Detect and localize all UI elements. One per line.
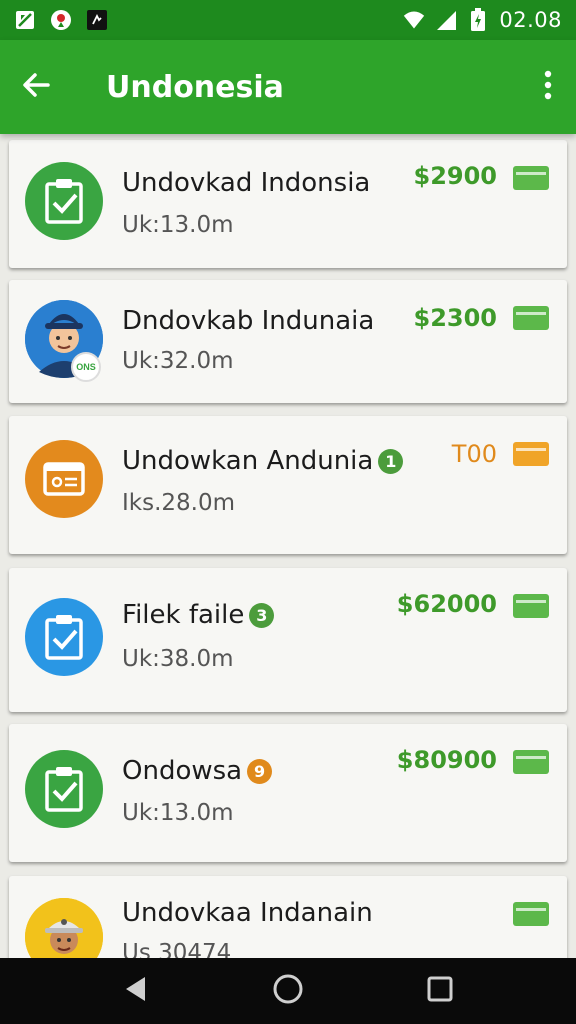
wallet-icon (513, 442, 549, 466)
download-icon (86, 9, 108, 31)
no-sim-icon (14, 9, 36, 31)
list-item[interactable]: Filek faile 3 Uk:38.0m $62000 (9, 568, 567, 712)
clipboard-check-icon (25, 598, 103, 676)
list-item[interactable]: ONS Dndovkab Indunaia Uk:32.0m $2300 (9, 280, 567, 403)
item-price: $2900 (413, 162, 498, 190)
item-name: Undovkaa Indanain (122, 898, 373, 928)
nav-back-button[interactable] (111, 966, 161, 1016)
list-item[interactable]: Undovkaa Indanain Us 30474 (9, 876, 567, 958)
item-subtitle: Uk:38.0m (122, 646, 234, 672)
wallet-icon (513, 594, 549, 618)
nav-home-button[interactable] (263, 966, 313, 1016)
clipboard-check-icon (25, 162, 103, 240)
recents-square-icon (427, 976, 453, 1007)
list-item[interactable]: Undowkan Andunia 1 Iks.28.0m T00 (9, 416, 567, 554)
status-bar: 02.08 (0, 0, 576, 40)
user-avatar: ONS (25, 300, 103, 382)
navigation-bar (0, 958, 576, 1024)
avatar-tag: ONS (71, 352, 101, 382)
page-title: Undonesia (106, 69, 284, 105)
clipboard-check-icon (25, 750, 103, 828)
item-name: Ondowsa 9 (122, 756, 273, 786)
back-button[interactable] (0, 40, 72, 134)
item-name: Undowkan Andunia 1 (122, 446, 404, 476)
item-subtitle: Uk:13.0m (122, 800, 234, 826)
wallet-icon (513, 166, 549, 190)
item-price: T00 (451, 440, 497, 468)
id-card-icon (25, 440, 103, 518)
item-subtitle: Uk:32.0m (122, 348, 234, 374)
back-triangle-icon (123, 975, 149, 1008)
wallet-icon (513, 306, 549, 330)
item-name: Dndovkab Indunaia (122, 306, 375, 336)
item-subtitle: Iks.28.0m (122, 490, 236, 516)
status-time: 02.08 (499, 8, 562, 32)
item-price: $80900 (396, 746, 497, 774)
item-name: Filek faile 3 (122, 600, 275, 630)
battery-icon (467, 8, 489, 31)
home-circle-icon (272, 973, 304, 1010)
wallet-icon (513, 750, 549, 774)
count-badge: 1 (378, 448, 404, 474)
list-item[interactable]: Ondowsa 9 Uk:13.0m $80900 (9, 724, 567, 862)
item-name: Undovkad Indonsia (122, 168, 371, 198)
item-list: Undovkad Indonsia Uk:13.0m $2900 ONS Dnd… (0, 134, 576, 958)
item-price: $2300 (413, 304, 498, 332)
overflow-menu-button[interactable] (520, 40, 576, 134)
wallet-icon (513, 902, 549, 926)
nav-recents-button[interactable] (415, 966, 465, 1016)
app-bar: Undonesia (0, 40, 576, 134)
item-subtitle: Us 30474 (122, 940, 232, 958)
list-item[interactable]: Undovkad Indonsia Uk:13.0m $2900 (9, 140, 567, 268)
back-arrow-icon (21, 70, 51, 105)
count-badge: 9 (247, 758, 273, 784)
signal-icon (435, 9, 457, 31)
item-subtitle: Uk:13.0m (122, 212, 234, 238)
worker-avatar (25, 898, 103, 958)
location-icon (50, 9, 72, 31)
item-price: $62000 (396, 590, 497, 618)
more-vert-icon (543, 70, 553, 105)
wifi-icon (403, 9, 425, 31)
count-badge: 3 (249, 602, 275, 628)
